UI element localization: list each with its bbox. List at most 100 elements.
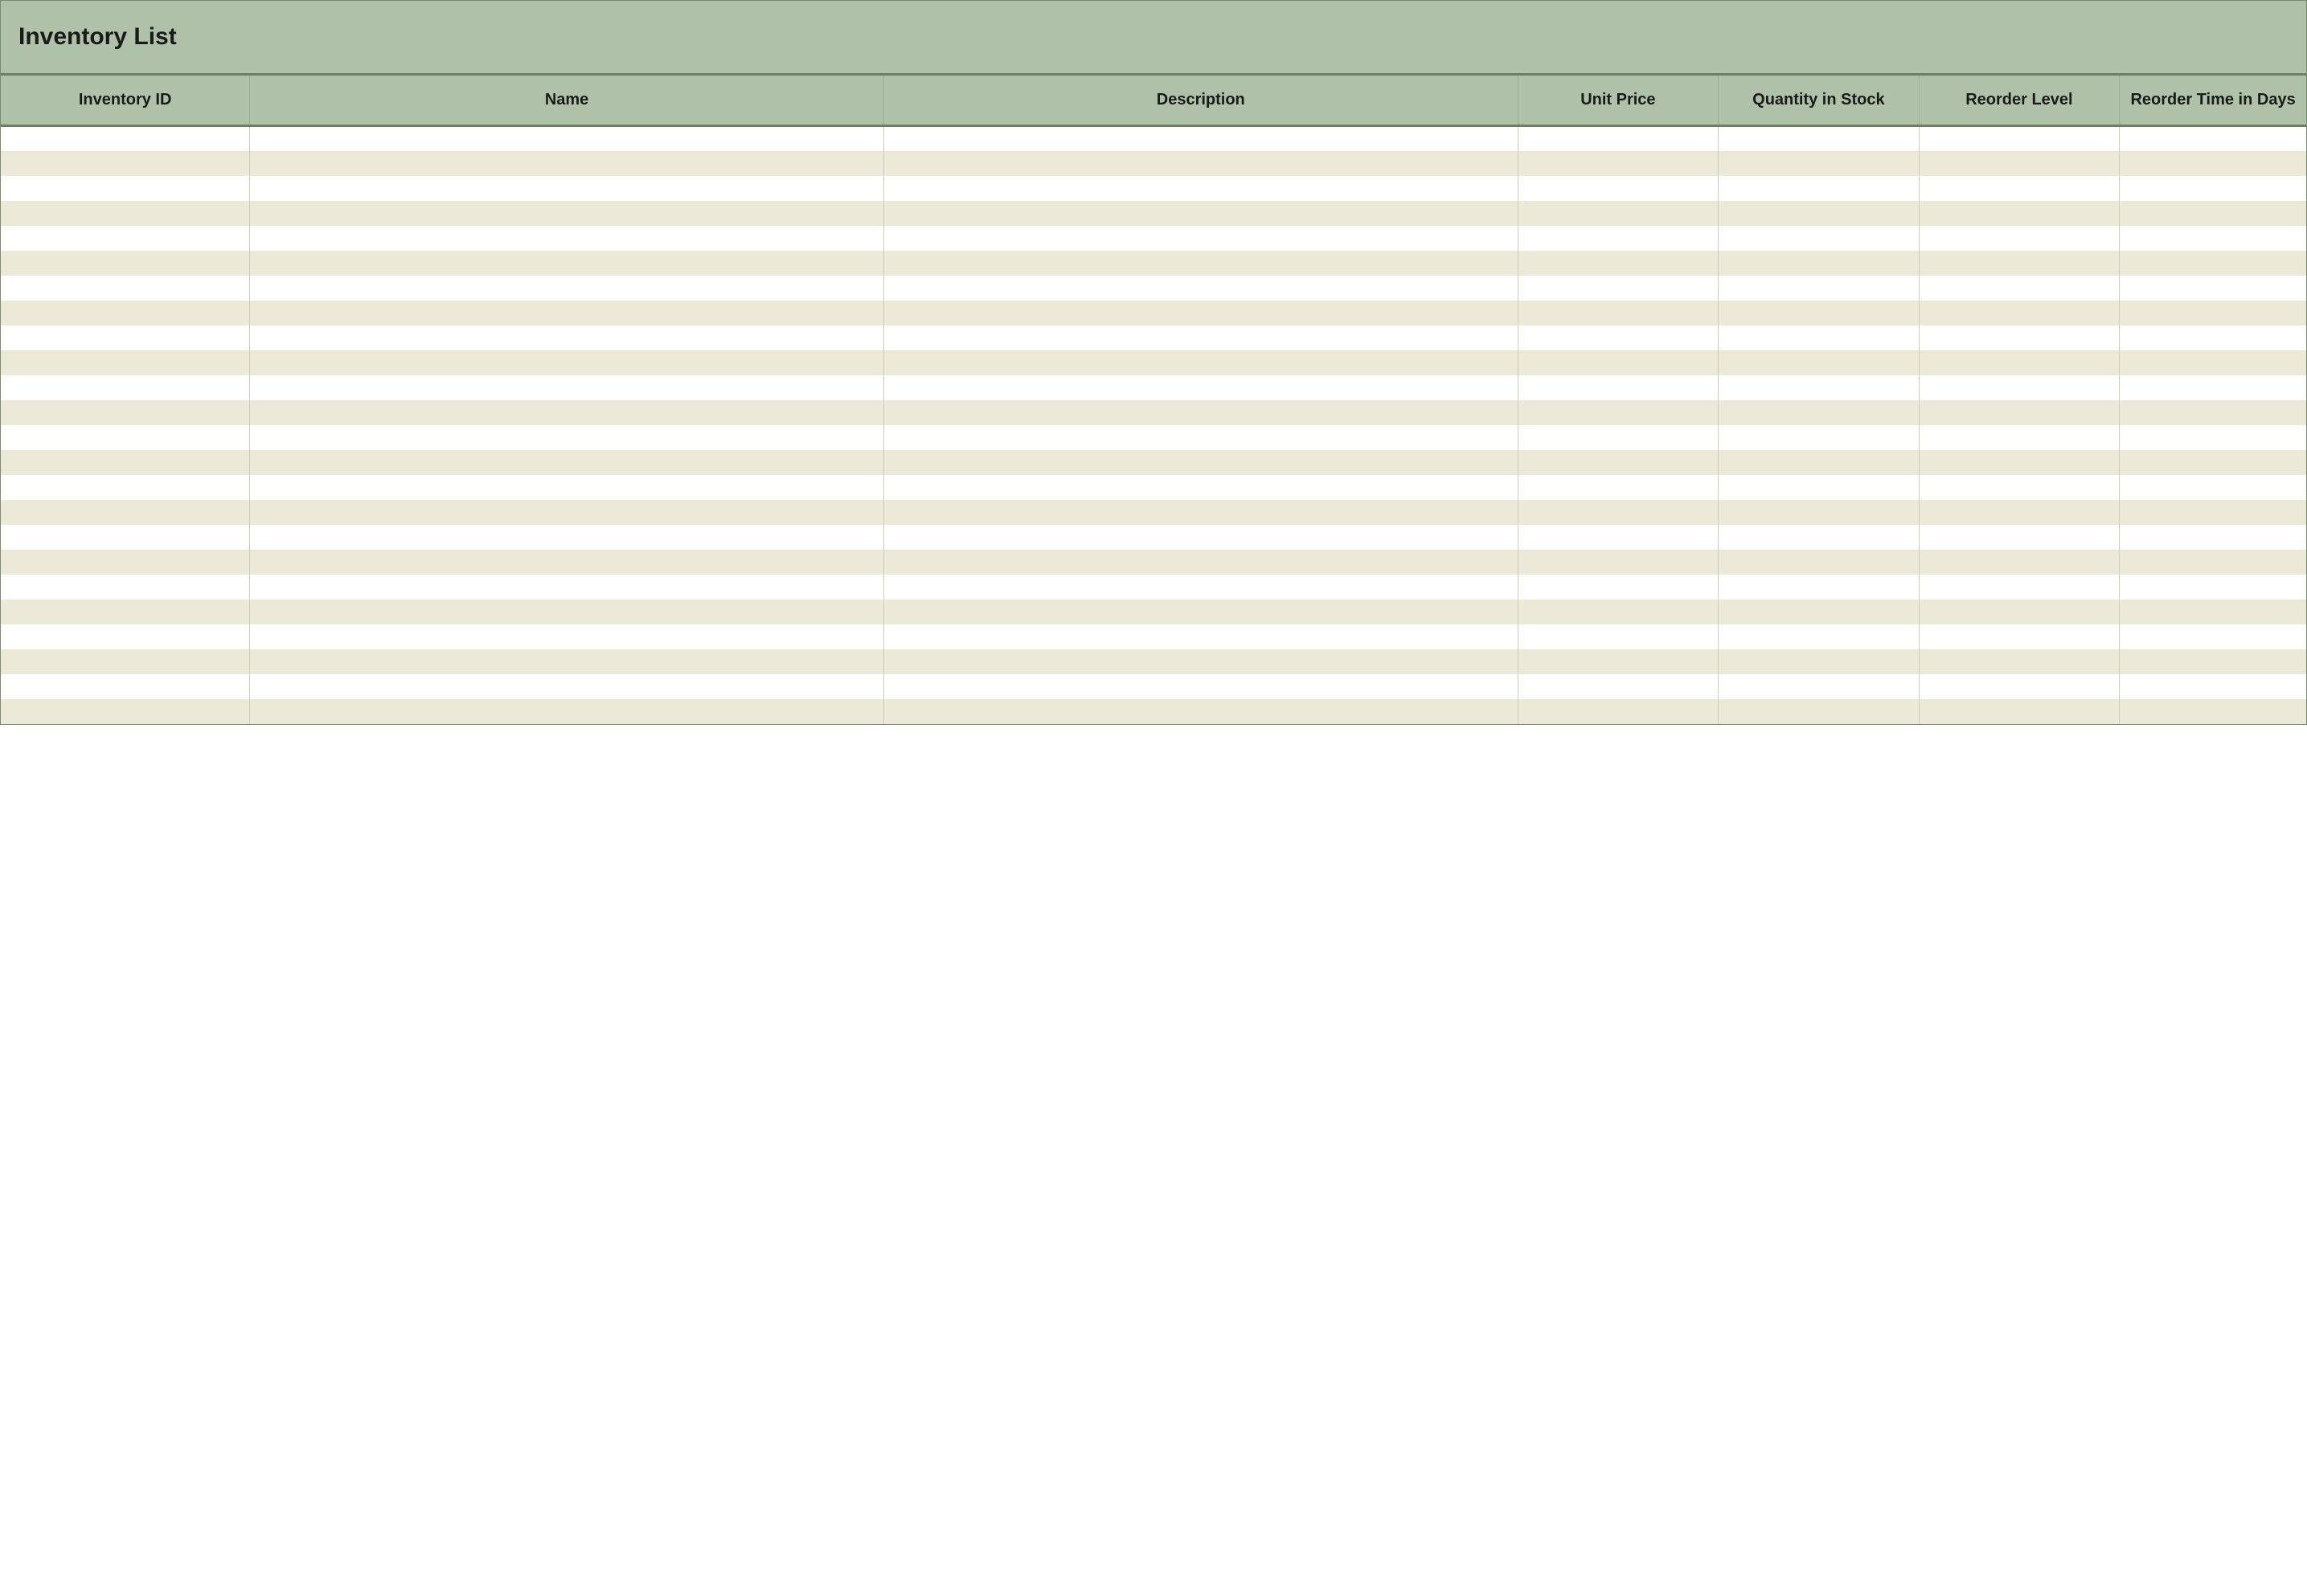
col-header-reorder-time-in-days[interactable]: Reorder Time in Days	[2120, 76, 2306, 126]
cell-name[interactable]	[250, 176, 884, 201]
cell-reorder_time_in_days[interactable]	[2120, 176, 2306, 201]
cell-quantity_in_stock[interactable]	[1719, 425, 1920, 450]
cell-unit_price[interactable]	[1518, 400, 1719, 425]
cell-quantity_in_stock[interactable]	[1719, 325, 1920, 350]
cell-reorder_time_in_days[interactable]	[2120, 400, 2306, 425]
cell-reorder_time_in_days[interactable]	[2120, 350, 2306, 375]
cell-reorder_level[interactable]	[1919, 251, 2120, 276]
cell-quantity_in_stock[interactable]	[1719, 226, 1920, 251]
cell-inventory_id[interactable]	[1, 201, 250, 226]
cell-reorder_level[interactable]	[1919, 126, 2120, 151]
cell-reorder_time_in_days[interactable]	[2120, 450, 2306, 475]
cell-reorder_time_in_days[interactable]	[2120, 475, 2306, 500]
cell-name[interactable]	[250, 301, 884, 325]
cell-description[interactable]	[883, 674, 1518, 699]
cell-reorder_level[interactable]	[1919, 400, 2120, 425]
cell-unit_price[interactable]	[1518, 201, 1719, 226]
cell-inventory_id[interactable]	[1, 151, 250, 176]
cell-quantity_in_stock[interactable]	[1719, 674, 1920, 699]
cell-quantity_in_stock[interactable]	[1719, 201, 1920, 226]
cell-inventory_id[interactable]	[1, 649, 250, 674]
cell-name[interactable]	[250, 550, 884, 575]
cell-inventory_id[interactable]	[1, 550, 250, 575]
cell-quantity_in_stock[interactable]	[1719, 699, 1920, 724]
cell-reorder_level[interactable]	[1919, 425, 2120, 450]
cell-reorder_level[interactable]	[1919, 201, 2120, 226]
cell-quantity_in_stock[interactable]	[1719, 276, 1920, 301]
cell-name[interactable]	[250, 425, 884, 450]
cell-name[interactable]	[250, 575, 884, 600]
cell-name[interactable]	[250, 525, 884, 550]
cell-inventory_id[interactable]	[1, 226, 250, 251]
cell-name[interactable]	[250, 699, 884, 724]
cell-unit_price[interactable]	[1518, 624, 1719, 649]
cell-description[interactable]	[883, 624, 1518, 649]
cell-inventory_id[interactable]	[1, 251, 250, 276]
cell-description[interactable]	[883, 649, 1518, 674]
cell-reorder_level[interactable]	[1919, 525, 2120, 550]
cell-description[interactable]	[883, 151, 1518, 176]
cell-inventory_id[interactable]	[1, 325, 250, 350]
col-header-unit-price[interactable]: Unit Price	[1518, 76, 1719, 126]
cell-name[interactable]	[250, 600, 884, 624]
cell-inventory_id[interactable]	[1, 276, 250, 301]
cell-reorder_time_in_days[interactable]	[2120, 550, 2306, 575]
cell-description[interactable]	[883, 600, 1518, 624]
cell-reorder_time_in_days[interactable]	[2120, 649, 2306, 674]
cell-name[interactable]	[250, 375, 884, 400]
cell-description[interactable]	[883, 276, 1518, 301]
cell-inventory_id[interactable]	[1, 674, 250, 699]
cell-unit_price[interactable]	[1518, 475, 1719, 500]
cell-description[interactable]	[883, 201, 1518, 226]
cell-inventory_id[interactable]	[1, 600, 250, 624]
cell-quantity_in_stock[interactable]	[1719, 649, 1920, 674]
cell-quantity_in_stock[interactable]	[1719, 575, 1920, 600]
cell-reorder_level[interactable]	[1919, 600, 2120, 624]
cell-reorder_time_in_days[interactable]	[2120, 301, 2306, 325]
cell-inventory_id[interactable]	[1, 400, 250, 425]
cell-reorder_level[interactable]	[1919, 176, 2120, 201]
cell-description[interactable]	[883, 699, 1518, 724]
cell-quantity_in_stock[interactable]	[1719, 550, 1920, 575]
cell-reorder_level[interactable]	[1919, 450, 2120, 475]
cell-inventory_id[interactable]	[1, 301, 250, 325]
cell-description[interactable]	[883, 425, 1518, 450]
cell-reorder_level[interactable]	[1919, 550, 2120, 575]
cell-quantity_in_stock[interactable]	[1719, 251, 1920, 276]
cell-quantity_in_stock[interactable]	[1719, 525, 1920, 550]
cell-description[interactable]	[883, 525, 1518, 550]
col-header-reorder-level[interactable]: Reorder Level	[1919, 76, 2120, 126]
col-header-description[interactable]: Description	[883, 76, 1518, 126]
cell-reorder_level[interactable]	[1919, 624, 2120, 649]
cell-name[interactable]	[250, 251, 884, 276]
cell-inventory_id[interactable]	[1, 375, 250, 400]
cell-unit_price[interactable]	[1518, 375, 1719, 400]
cell-description[interactable]	[883, 251, 1518, 276]
cell-reorder_time_in_days[interactable]	[2120, 699, 2306, 724]
cell-unit_price[interactable]	[1518, 151, 1719, 176]
cell-quantity_in_stock[interactable]	[1719, 375, 1920, 400]
cell-unit_price[interactable]	[1518, 550, 1719, 575]
col-header-name[interactable]: Name	[250, 76, 884, 126]
cell-unit_price[interactable]	[1518, 226, 1719, 251]
cell-unit_price[interactable]	[1518, 575, 1719, 600]
cell-reorder_level[interactable]	[1919, 674, 2120, 699]
cell-name[interactable]	[250, 350, 884, 375]
cell-reorder_time_in_days[interactable]	[2120, 375, 2306, 400]
cell-description[interactable]	[883, 475, 1518, 500]
cell-inventory_id[interactable]	[1, 176, 250, 201]
cell-description[interactable]	[883, 325, 1518, 350]
cell-reorder_level[interactable]	[1919, 699, 2120, 724]
cell-quantity_in_stock[interactable]	[1719, 301, 1920, 325]
cell-unit_price[interactable]	[1518, 251, 1719, 276]
cell-reorder_time_in_days[interactable]	[2120, 425, 2306, 450]
cell-reorder_time_in_days[interactable]	[2120, 251, 2306, 276]
cell-description[interactable]	[883, 550, 1518, 575]
cell-unit_price[interactable]	[1518, 600, 1719, 624]
cell-inventory_id[interactable]	[1, 450, 250, 475]
cell-unit_price[interactable]	[1518, 674, 1719, 699]
cell-name[interactable]	[250, 674, 884, 699]
cell-name[interactable]	[250, 649, 884, 674]
cell-reorder_time_in_days[interactable]	[2120, 226, 2306, 251]
cell-reorder_level[interactable]	[1919, 500, 2120, 525]
